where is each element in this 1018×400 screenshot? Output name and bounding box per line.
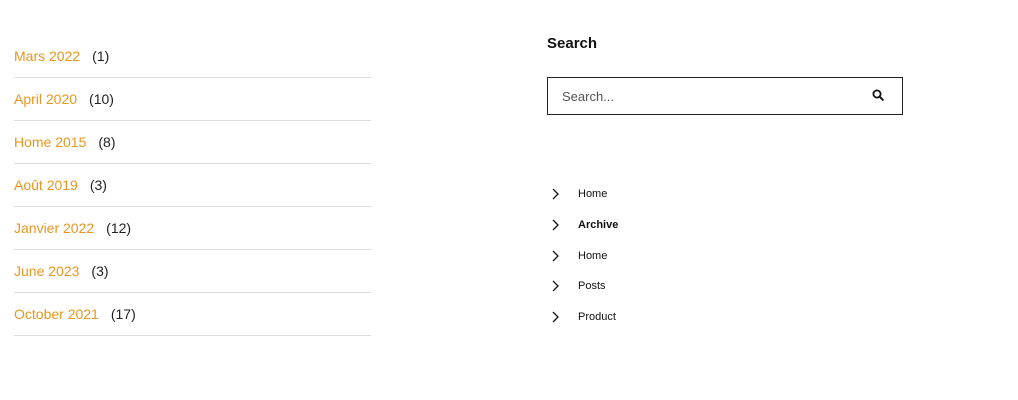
- nav-item-home[interactable]: Home: [547, 240, 618, 271]
- archive-list: Mars 2022 (1) April 2020 (10) Home 2015 …: [14, 35, 371, 336]
- chevron-right-icon: [547, 248, 563, 264]
- archive-link[interactable]: Home 2015: [14, 134, 86, 150]
- archive-count: (17): [110, 306, 136, 322]
- archive-count: (12): [106, 220, 132, 236]
- page: Mars 2022 (1) April 2020 (10) Home 2015 …: [0, 0, 1018, 400]
- archive-count: (1): [92, 48, 110, 64]
- search-title: Search: [547, 35, 598, 52]
- search-icon: [872, 89, 884, 104]
- chevron-right-icon: [547, 309, 563, 325]
- archive-link[interactable]: Janvier 2022: [14, 220, 94, 236]
- archive-item: April 2020 (10): [14, 78, 371, 121]
- nav-item-posts[interactable]: Posts: [547, 271, 618, 302]
- nav-item-label: Home: [578, 188, 608, 201]
- archive-item: Home 2015 (8): [14, 121, 371, 164]
- archive-link[interactable]: April 2020: [14, 91, 77, 107]
- nav-list: Home Archive Home Posts Product: [547, 179, 618, 332]
- archive-link[interactable]: Août 2019: [14, 177, 78, 193]
- archive-item: Août 2019 (3): [14, 164, 371, 207]
- archive-count: (8): [98, 134, 116, 150]
- nav-item-archive[interactable]: Archive: [547, 210, 618, 241]
- archive-link[interactable]: June 2023: [14, 263, 79, 279]
- archive-link[interactable]: Mars 2022: [14, 48, 80, 64]
- archive-item: Janvier 2022 (12): [14, 207, 371, 250]
- search-button[interactable]: [854, 78, 902, 114]
- archive-count: (3): [89, 177, 107, 193]
- chevron-right-icon: [547, 278, 563, 294]
- search-input[interactable]: [548, 78, 854, 114]
- archive-link[interactable]: October 2021: [14, 306, 99, 322]
- chevron-right-icon: [547, 217, 563, 233]
- nav-item-label: Product: [578, 311, 616, 324]
- archive-item: June 2023 (3): [14, 250, 371, 293]
- archive-count: (3): [91, 263, 109, 279]
- nav-item-label: Archive: [578, 219, 619, 232]
- archive-item: Mars 2022 (1): [14, 35, 371, 78]
- nav-item-label: Home: [578, 249, 608, 262]
- nav-item-label: Posts: [578, 280, 606, 293]
- chevron-right-icon: [547, 186, 563, 202]
- nav-item-home[interactable]: Home: [547, 179, 618, 210]
- archive-item: October 2021 (17): [14, 293, 371, 336]
- nav-item-product[interactable]: Product: [547, 302, 618, 333]
- search-form: [547, 77, 903, 115]
- archive-count: (10): [89, 91, 114, 107]
